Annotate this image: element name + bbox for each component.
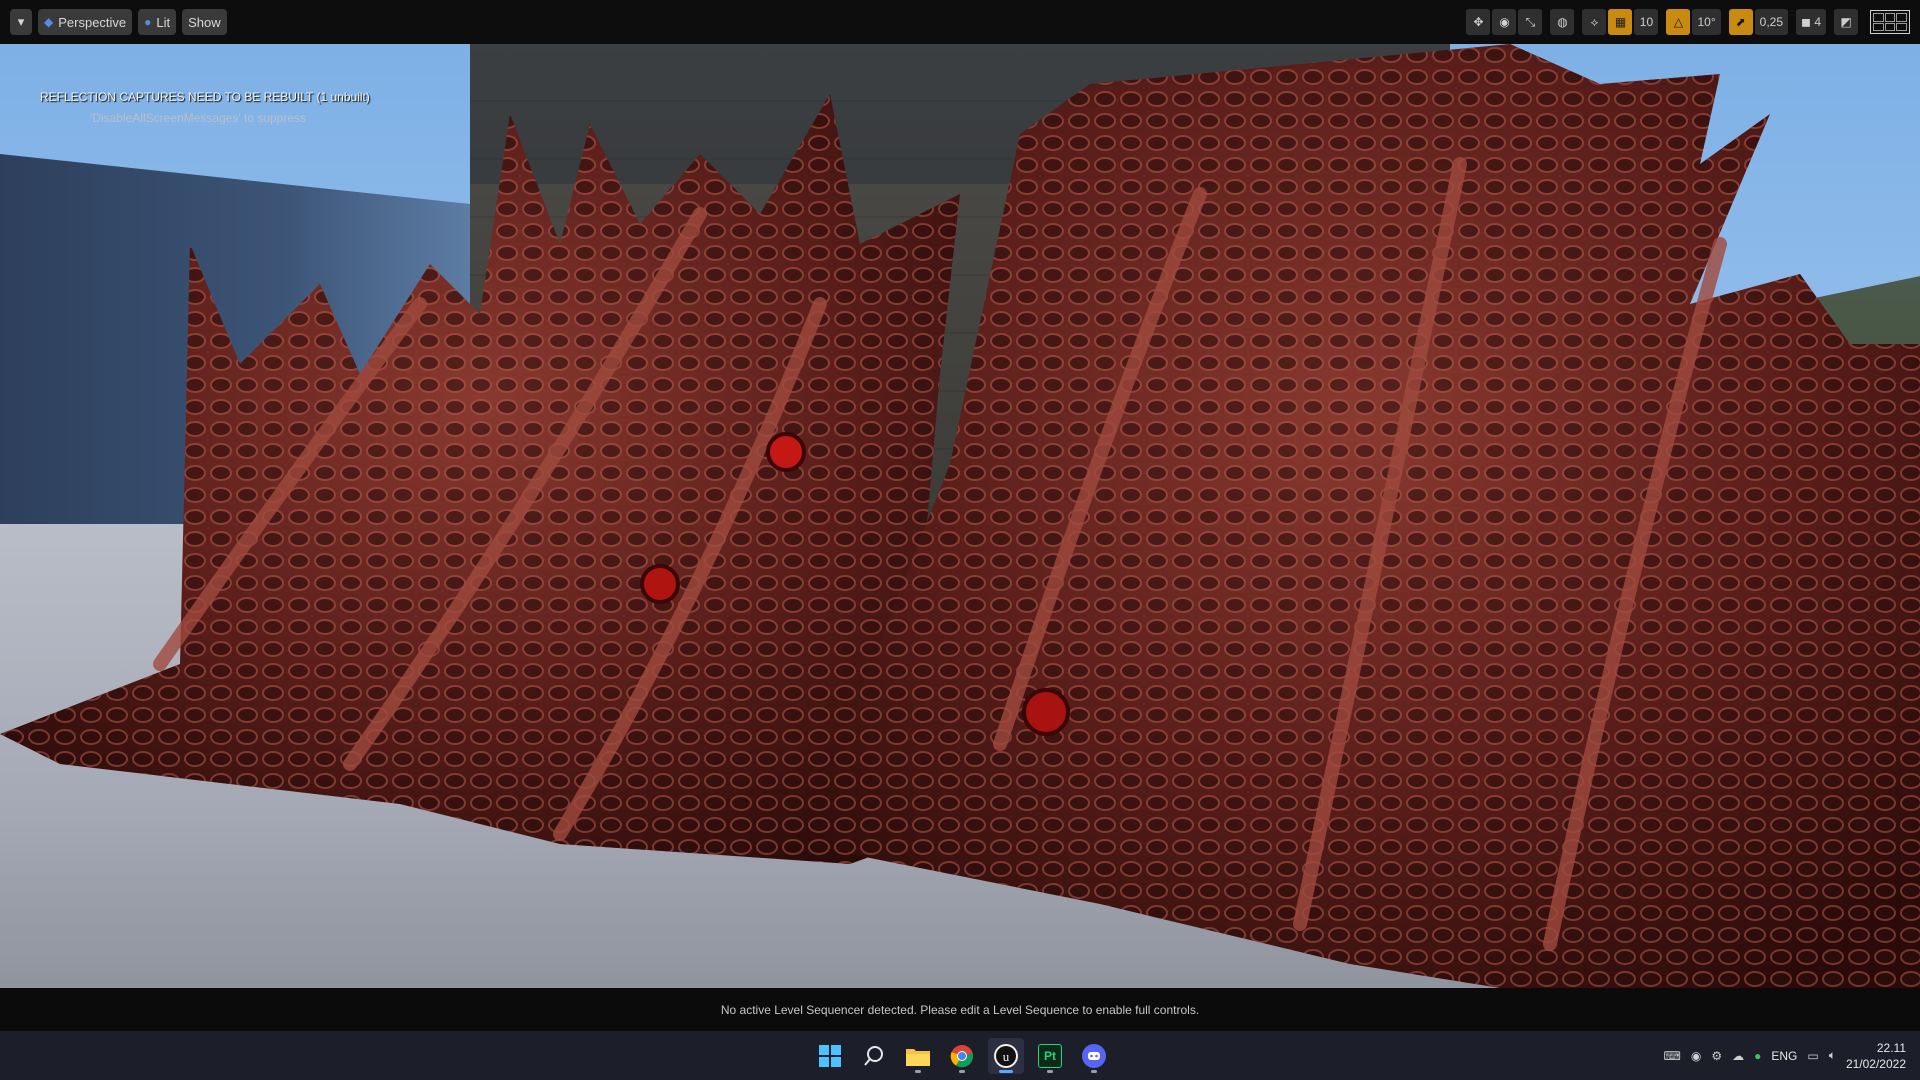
globe-icon: ◍: [1557, 15, 1568, 29]
network-icon[interactable]: ▭: [1807, 1049, 1818, 1063]
unreal-logo-icon: u: [994, 1044, 1018, 1068]
scale-tool-button[interactable]: ⤡: [1518, 9, 1543, 35]
rotate-tool-button[interactable]: ◉: [1492, 9, 1517, 35]
surface-snap-button[interactable]: ⟡: [1582, 9, 1607, 35]
show-button[interactable]: Show: [182, 9, 227, 35]
steam-icon[interactable]: ⚙: [1711, 1049, 1722, 1063]
start-button[interactable]: [812, 1038, 848, 1074]
rotation-snap-value[interactable]: 10°: [1692, 9, 1721, 35]
world-local-toggle[interactable]: ◍: [1550, 9, 1575, 35]
cloud-sync-icon[interactable]: ☁: [1732, 1049, 1744, 1063]
transform-tools: ✥ ◉ ⤡ ◍ ⟡ ▦ 10 △ 10° ⬈ 0,25 ◼ 4 ◩: [1466, 9, 1910, 35]
chrome-icon: [950, 1045, 974, 1068]
perspective-button[interactable]: ◆ Perspective: [38, 9, 133, 35]
painter-button[interactable]: Pt: [1032, 1038, 1068, 1074]
clock-date: 21/02/2022: [1845, 1056, 1906, 1071]
organic-mesh: [0, 44, 1920, 988]
angle-icon: △: [1673, 15, 1684, 29]
viewport-options-button[interactable]: ▾: [10, 9, 32, 35]
discord-tray-icon[interactable]: ◉: [1691, 1049, 1701, 1063]
folder-icon: [906, 1049, 930, 1066]
scale-snap-toggle[interactable]: ⬈: [1728, 9, 1753, 35]
scale-snap-value[interactable]: 0,25: [1754, 9, 1788, 35]
rotation-snap-toggle[interactable]: △: [1666, 9, 1691, 35]
lit-button[interactable]: ● Lit: [138, 9, 177, 35]
discord-icon: [1082, 1044, 1106, 1068]
maximize-icon: ◩: [1840, 15, 1852, 29]
camera-speed-button[interactable]: ◼ 4: [1796, 9, 1826, 35]
viewport-layout-icon[interactable]: [1870, 10, 1910, 34]
chrome-button[interactable]: [944, 1038, 980, 1074]
level-viewport[interactable]: REFLECTION CAPTURES NEED TO BE REBUILT (…: [0, 44, 1920, 988]
xbox-icon[interactable]: ●: [1754, 1049, 1761, 1063]
language-indicator[interactable]: ENG: [1771, 1049, 1797, 1063]
red-eye-3: [1022, 688, 1070, 736]
unreal-engine-button[interactable]: u: [988, 1038, 1024, 1074]
scale-icon: ⤡: [1525, 14, 1536, 29]
taskbar-apps: u Pt: [812, 1038, 1112, 1074]
grid-snap-value[interactable]: 10: [1634, 9, 1659, 35]
camera-speed-value: 4: [1814, 15, 1821, 29]
svg-text:u: u: [1003, 1049, 1010, 1064]
show-label: Show: [188, 14, 221, 30]
chevron-down-icon: ▾: [17, 14, 25, 29]
file-explorer-button[interactable]: [900, 1038, 936, 1074]
search-button[interactable]: [856, 1038, 892, 1074]
sequencer-message: No active Level Sequencer detected. Plea…: [720, 1002, 1200, 1017]
clock-time: 22.11: [1876, 1040, 1906, 1055]
surface-snap-icon: ⟡: [1590, 14, 1599, 29]
grid-icon: ▦: [1614, 15, 1627, 29]
lit-sphere-icon: ●: [144, 15, 152, 29]
windows-logo-icon: [819, 1045, 841, 1067]
painter-icon: Pt: [1038, 1044, 1062, 1068]
sequencer-status-bar: No active Level Sequencer detected. Plea…: [0, 988, 1920, 1031]
maximize-viewport-button[interactable]: ◩: [1834, 9, 1858, 35]
viewport-toolbar: ▾ ◆ Perspective ● Lit Show ✥ ◉ ⤡ ◍ ⟡ ▦ 1…: [0, 0, 1920, 44]
grid-snap-toggle[interactable]: ▦: [1608, 9, 1633, 35]
rotate-icon: ◉: [1499, 15, 1510, 29]
camera-cube-icon: ◆: [44, 15, 54, 29]
clock[interactable]: 22.11 21/02/2022: [1846, 1040, 1906, 1072]
red-eye-2: [640, 564, 680, 604]
camera-icon: ◼: [1801, 15, 1811, 29]
volume-icon[interactable]: 🔈︎: [1829, 1048, 1836, 1063]
discord-button[interactable]: [1076, 1038, 1112, 1074]
windows-taskbar: u Pt ⌨ ◉ ⚙ ☁ ● ENG ▭ 🔈︎ 22.11 21/02/2022: [0, 1031, 1920, 1080]
perspective-label: Perspective: [58, 14, 127, 30]
move-icon: ✥: [1473, 15, 1484, 29]
keyboard-icon[interactable]: ⌨: [1664, 1049, 1681, 1063]
reflection-warning: REFLECTION CAPTURES NEED TO BE REBUILT (…: [40, 90, 370, 104]
scale-snap-icon: ⬈: [1735, 15, 1746, 29]
red-eye-1: [766, 432, 806, 472]
suppress-hint: 'DisableAllScreenMessages' to suppress: [90, 111, 307, 125]
system-tray: ⌨ ◉ ⚙ ☁ ● ENG ▭ 🔈︎ 22.11 21/02/2022: [1664, 1031, 1906, 1080]
lit-label: Lit: [156, 14, 171, 30]
translate-tool-button[interactable]: ✥: [1466, 9, 1491, 35]
search-icon: [864, 1046, 883, 1066]
